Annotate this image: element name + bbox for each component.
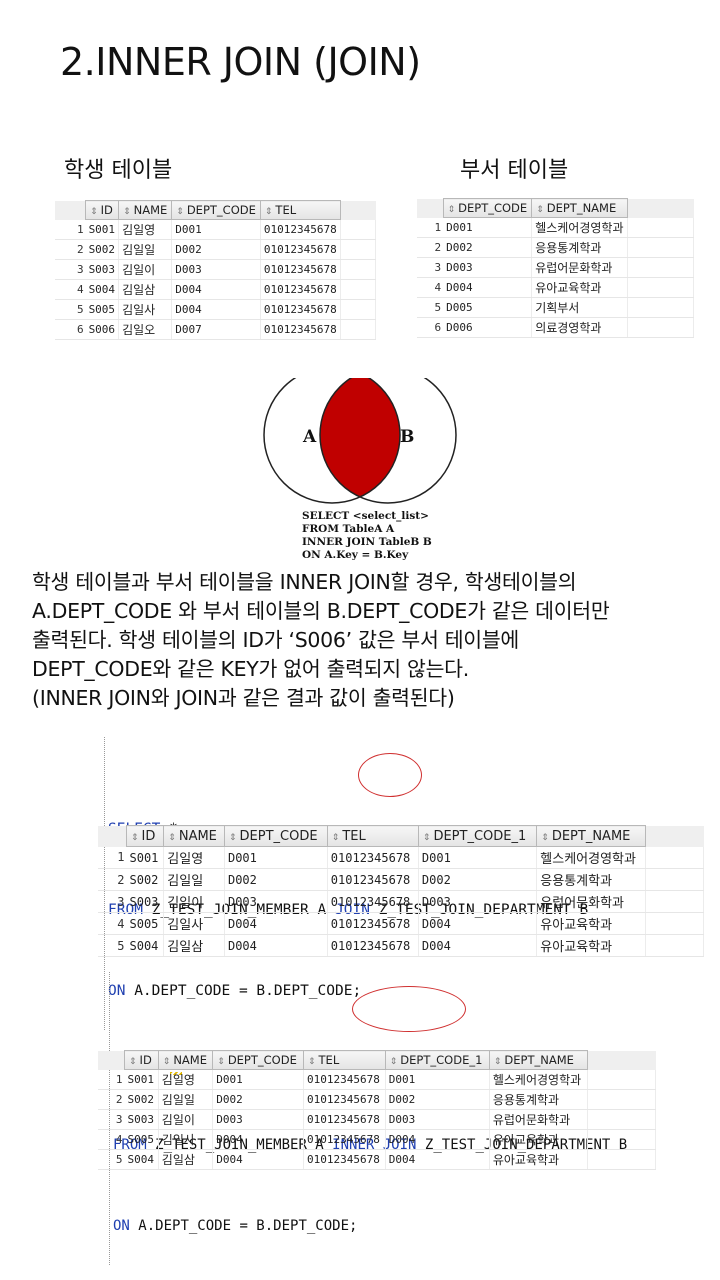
table-row[interactable]: 4 S005 김일사 D004 01012345678 D004 유아교육학과 <box>98 1129 656 1150</box>
sort-icon: ⇕ <box>264 207 273 217</box>
sort-icon: ⇕ <box>228 832 237 843</box>
table-row[interactable]: 2 D002 응용통계학과 <box>417 237 695 258</box>
table-row[interactable]: 2 S002 김일일 D002 01012345678 <box>55 239 377 260</box>
sort-icon: ⇕ <box>176 207 184 217</box>
result-col-name[interactable]: ⇕ NAME <box>157 1050 214 1070</box>
venn-label-a: A <box>302 427 317 447</box>
sort-icon: ⇕ <box>307 1057 316 1067</box>
result-table-join: ⇕ ID ⇕ NAME ⇕ DEPT_CODE ⇕ TEL ⇕ DEPT_CODE_1 ⇕… <box>98 825 704 957</box>
table-row[interactable]: 6 D006 의료경영학과 <box>417 317 695 338</box>
result-col-dept-code-1[interactable]: ⇕ DEPT_CODE_1 <box>417 825 538 847</box>
table-row[interactable]: 3 S003 김일이 D003 01012345678 D003 유럽어문화학과 <box>98 890 704 913</box>
sort-icon: ⇕ <box>217 1057 225 1067</box>
result-col-name[interactable]: ⇕ NAME <box>163 825 225 847</box>
table-row[interactable]: 4 S005 김일사 D004 01012345678 D004 유아교육학과 <box>98 912 704 935</box>
result-col-dept-code-1[interactable]: ⇕ DEPT_CODE_1 <box>384 1050 490 1070</box>
result-col-id[interactable]: ⇕ ID <box>124 1050 159 1070</box>
dept-col-dept-code[interactable]: ⇕ DEPT_CODE <box>442 198 533 218</box>
result-col-tel[interactable]: ⇕ TEL <box>326 825 419 847</box>
student-col-id[interactable]: ⇕ ID <box>85 200 120 220</box>
venn-label-b: B <box>400 427 414 447</box>
table-row[interactable]: 1 S001 김일영 D001 01012345678 D001 헬스케어경영학과 <box>98 1069 656 1090</box>
result-col-dept-name[interactable]: ⇕ DEPT_NAME <box>536 825 646 847</box>
table-row[interactable]: 4 D004 유아교육학과 <box>417 277 695 298</box>
dept-col-dept-name[interactable]: ⇕ DEPT_NAME <box>531 198 628 218</box>
table-row[interactable]: 4 S004 김일삼 D004 01012345678 <box>55 279 377 300</box>
dept-table: ⇕ DEPT_CODE ⇕ DEPT_NAME 1 D001 헬스케어경영학과 2 D00… <box>417 198 695 338</box>
explanation-text: 학생 테이블과 부서 테이블을 INNER JOIN할 경우, 학생테이블의 A… <box>32 570 610 710</box>
sort-icon: ⇕ <box>129 1057 137 1067</box>
sort-icon: ⇕ <box>422 832 431 843</box>
table-row[interactable]: 1 S001 김일영 D001 01012345678 <box>55 219 377 240</box>
page-title: 2.INNER JOIN (JOIN) <box>60 40 421 84</box>
student-table-label: 학생 테이블 <box>64 158 173 183</box>
table-row[interactable]: 2 S002 김일일 D002 01012345678 D002 응용통계학과 <box>98 1089 656 1110</box>
table-row[interactable]: 3 S003 김일이 D003 01012345678 <box>55 259 377 280</box>
highlight-circle <box>358 753 422 797</box>
table-row[interactable]: 6 S006 김일오 D007 01012345678 <box>55 319 377 340</box>
result-col-dept-code[interactable]: ⇕ DEPT_CODE <box>223 825 328 847</box>
sort-icon: ⇕ <box>90 207 98 217</box>
highlight-circle <box>352 986 466 1032</box>
venn-caption: SELECT <select_list> FROM TableA A INNER… <box>302 510 432 561</box>
result-col-id[interactable]: ⇕ ID <box>125 825 165 847</box>
table-row[interactable]: 3 D003 유럽어문화학과 <box>417 257 695 278</box>
table-row[interactable]: 3 S003 김일이 D003 01012345678 D003 유럽어문화학과 <box>98 1109 656 1130</box>
sort-icon: ⇕ <box>493 1057 502 1067</box>
student-col-tel[interactable]: ⇕ TEL <box>259 200 341 220</box>
table-row[interactable]: 5 S005 김일사 D004 01012345678 <box>55 299 377 320</box>
table-row[interactable]: 1 S001 김일영 D001 01012345678 D001 헬스케어경영학과 <box>98 846 704 869</box>
sort-icon: ⇕ <box>541 832 549 843</box>
student-table: ⇕ ID ⇕ NAME ⇕ DEPT_CODE ⇕ TEL 1 S001 김일영 D001 01… <box>55 200 377 340</box>
result-col-tel[interactable]: ⇕ TEL <box>302 1050 386 1070</box>
sort-icon: ⇕ <box>123 207 131 217</box>
sort-icon: ⇕ <box>331 832 340 843</box>
sort-icon: ⇕ <box>162 1057 171 1067</box>
table-row[interactable]: 1 D001 헬스케어경영학과 <box>417 217 695 238</box>
table-row[interactable]: 5 D005 기획부서 <box>417 297 695 318</box>
sort-icon: ⇕ <box>447 205 456 215</box>
student-col-name[interactable]: ⇕ NAME <box>118 200 173 220</box>
sort-icon: ⇕ <box>389 1057 398 1067</box>
table-row[interactable]: 2 S002 김일일 D002 01012345678 D002 응용통계학과 <box>98 868 704 891</box>
dept-table-label: 부서 테이블 <box>460 158 569 183</box>
student-col-dept-code[interactable]: ⇕ DEPT_CODE <box>171 200 261 220</box>
sort-icon: ⇕ <box>168 832 176 843</box>
table-row[interactable]: 5 S004 김일삼 D004 01012345678 D004 유아교육학과 <box>98 934 704 957</box>
result-col-dept-name[interactable]: ⇕ DEPT_NAME <box>488 1050 588 1070</box>
result-col-dept-code[interactable]: ⇕ DEPT_CODE <box>212 1050 304 1070</box>
sort-icon: ⇕ <box>536 205 544 215</box>
venn-diagram: A B <box>263 378 457 504</box>
sort-icon: ⇕ <box>131 832 139 843</box>
result-table-inner-join: ⇕ ID ⇕ NAME ⇕ DEPT_CODE ⇕ TEL ⇕ DEPT_CODE_1 ⇕… <box>98 1050 656 1170</box>
table-row[interactable]: 5 S004 김일삼 D004 01012345678 D004 유아교육학과 <box>98 1149 656 1170</box>
